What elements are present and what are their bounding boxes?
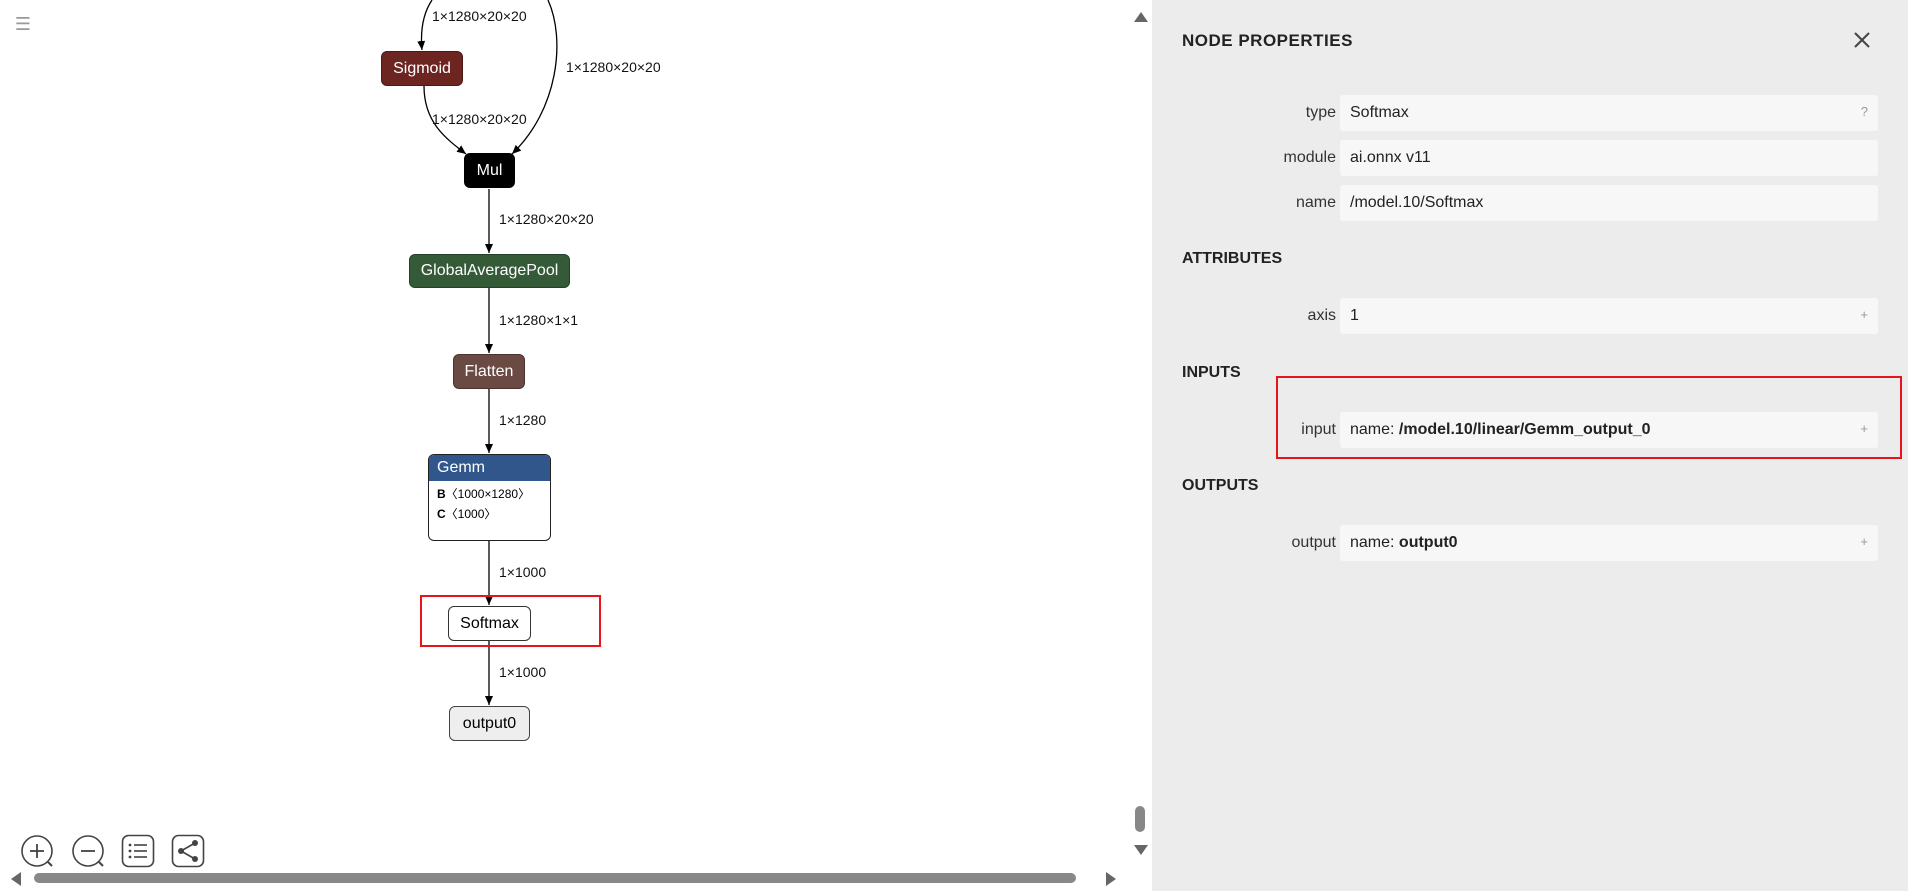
property-label-type: type	[1305, 104, 1336, 121]
node-gemm-title: Gemm	[429, 455, 550, 481]
outputs-section-title: OUTPUTS	[1182, 477, 1259, 494]
edge-label-sigmoid-mul: 1×1280×20×20	[432, 111, 527, 127]
property-value-type[interactable]: Softmax ?	[1340, 95, 1878, 131]
vertical-scrollbar[interactable]	[1132, 8, 1148, 863]
zoom-out-icon[interactable]	[71, 834, 105, 868]
edge-label-flatten-gemm: 1×1280	[499, 412, 547, 428]
property-row-name: name /model.10/Softmax	[1152, 185, 1908, 221]
node-gemm[interactable]: Gemm B〈1000×1280〉 C〈1000〉	[428, 454, 551, 541]
edge-label-softmax-output: 1×1000	[499, 664, 547, 680]
panel-title: NODE PROPERTIES	[1182, 31, 1353, 50]
output-value[interactable]: name: output0 +	[1340, 525, 1878, 561]
input-row: input name: /model.10/linear/Gemm_output…	[1152, 412, 1908, 448]
input-value[interactable]: name: /model.10/linear/Gemm_output_0 +	[1340, 412, 1878, 448]
help-icon[interactable]: ?	[1861, 95, 1868, 129]
expand-icon[interactable]: +	[1860, 412, 1868, 446]
output-label: output	[1291, 534, 1336, 551]
edge-label-mul-gap: 1×1280×20×20	[499, 211, 594, 227]
attribute-label-axis: axis	[1307, 307, 1336, 324]
inputs-section-title: INPUTS	[1182, 364, 1241, 381]
vertical-scroll-thumb[interactable]	[1135, 806, 1145, 832]
node-flatten[interactable]: Flatten	[453, 354, 525, 389]
scroll-down-arrow-icon[interactable]	[1134, 845, 1148, 855]
attribute-row-axis: axis 1 +	[1152, 298, 1908, 334]
node-output0[interactable]: output0	[449, 706, 530, 741]
scroll-left-arrow-icon[interactable]	[11, 872, 21, 886]
input-label: input	[1301, 421, 1336, 438]
edge-top-in	[417, 0, 433, 51]
expand-icon[interactable]: +	[1860, 525, 1868, 559]
close-icon[interactable]	[1850, 28, 1874, 52]
property-value-module[interactable]: ai.onnx v11	[1340, 140, 1878, 176]
zoom-in-icon[interactable]	[20, 834, 54, 868]
node-mul[interactable]: Mul	[464, 153, 515, 188]
expand-icon[interactable]: +	[1860, 298, 1868, 332]
attributes-section-title: ATTRIBUTES	[1182, 250, 1283, 267]
node-global-average-pool[interactable]: GlobalAveragePool	[409, 254, 570, 288]
edge-label-top-in: 1×1280×20×20	[432, 8, 527, 24]
horizontal-scrollbar[interactable]	[8, 870, 1130, 886]
property-row-module: module ai.onnx v11	[1152, 140, 1908, 176]
graph-canvas[interactable]: ☰ 1×1280×20×20 1×1280×20×20 1×1280×20×20…	[0, 0, 1150, 891]
horizontal-scroll-thumb[interactable]	[34, 873, 1076, 883]
scroll-up-arrow-icon[interactable]	[1134, 12, 1148, 22]
list-icon[interactable]	[121, 834, 155, 868]
netron-app: ☰ 1×1280×20×20 1×1280×20×20 1×1280×20×20…	[0, 0, 1908, 891]
attribute-value-axis[interactable]: 1 +	[1340, 298, 1878, 334]
edge-label-gemm-softmax: 1×1000	[499, 564, 547, 580]
node-sigmoid[interactable]: Sigmoid	[381, 51, 463, 86]
property-label-name: name	[1295, 194, 1336, 211]
node-softmax[interactable]: Softmax	[448, 606, 531, 641]
graph-edges	[417, 0, 558, 705]
edge-label-bypass: 1×1280×20×20	[566, 59, 661, 75]
share-icon[interactable]	[171, 834, 205, 868]
node-properties-panel: NODE PROPERTIES type Softmax ? module ai…	[1152, 0, 1908, 891]
edge-label-gap-flatten: 1×1280×1×1	[499, 312, 579, 328]
property-row-type: type Softmax ?	[1152, 95, 1908, 131]
scroll-right-arrow-icon[interactable]	[1106, 872, 1116, 886]
node-gemm-attr-c: C〈1000〉	[437, 507, 497, 521]
property-value-name[interactable]: /model.10/Softmax	[1340, 185, 1878, 221]
property-label-module: module	[1283, 149, 1336, 166]
output-row: output name: output0 +	[1152, 525, 1908, 561]
node-gemm-attr-b: B〈1000×1280〉	[437, 487, 531, 501]
